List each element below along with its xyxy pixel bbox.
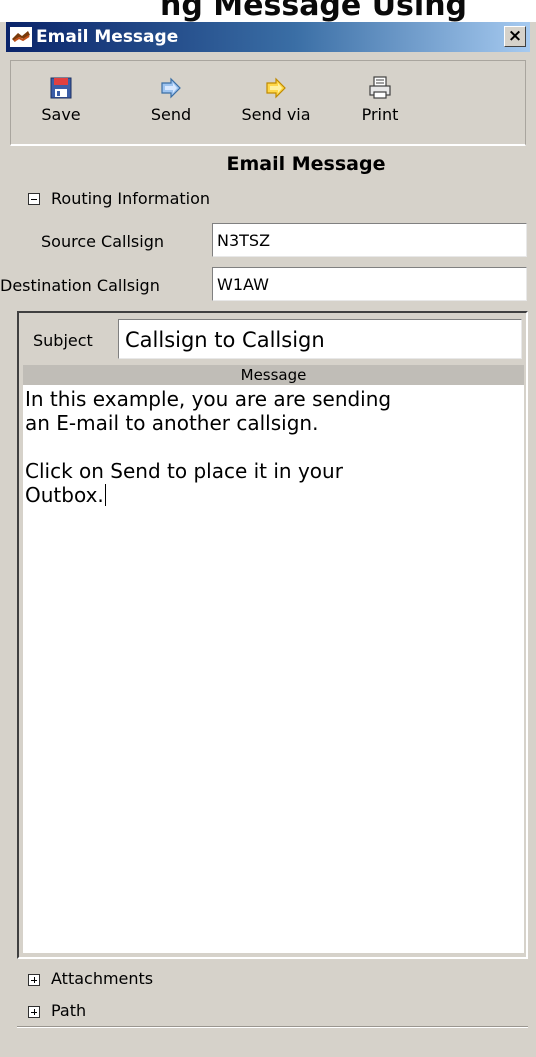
path-section-label: Path — [51, 1001, 87, 1020]
window-title: Email Message — [36, 27, 179, 47]
background-window-strip: ng Message Using — [0, 0, 536, 22]
send-icon — [161, 77, 181, 99]
send-via-icon — [266, 77, 286, 99]
text-cursor — [104, 484, 106, 506]
message-line-text: Outbox. — [25, 483, 104, 507]
path-expand-toggle[interactable] — [28, 1006, 40, 1018]
save-button[interactable]: Save — [37, 71, 85, 141]
destination-callsign-field[interactable]: W1AW — [212, 267, 527, 301]
message-line-last: Outbox. — [25, 483, 522, 507]
title-bar[interactable]: Email Message × — [6, 22, 530, 52]
email-message-window: ng Message Using Email Message × Save Se… — [0, 0, 536, 1057]
send-via-button[interactable]: Send via — [233, 71, 319, 141]
background-window-title-fragment: ng Message Using — [160, 0, 468, 22]
attachments-expand-toggle[interactable] — [28, 974, 40, 986]
print-icon — [369, 76, 391, 99]
close-button[interactable]: × — [504, 26, 526, 47]
message-line: Click on Send to place it in your — [25, 459, 343, 483]
routing-section-label: Routing Information — [51, 189, 211, 208]
print-label: Print — [361, 105, 399, 124]
send-label: Send — [150, 105, 192, 124]
form-title: Email Message — [226, 153, 386, 175]
save-label: Save — [41, 105, 81, 124]
destination-callsign-label: Destination Callsign — [0, 276, 160, 295]
message-header: Message — [23, 365, 524, 385]
divider — [17, 1026, 528, 1028]
print-button[interactable]: Print — [353, 71, 407, 141]
message-body-textarea[interactable]: In this example, you are are sending an … — [23, 385, 524, 953]
toolbar: Save Send Send via Print — [10, 60, 526, 146]
subject-field[interactable]: Callsign to Callsign — [118, 319, 522, 359]
source-callsign-label: Source Callsign — [41, 232, 164, 251]
save-icon — [50, 77, 72, 99]
send-via-label: Send via — [241, 105, 311, 124]
source-callsign-field[interactable]: N3TSZ — [212, 223, 527, 257]
routing-collapse-toggle[interactable] — [28, 193, 40, 205]
message-line: In this example, you are are sending — [25, 387, 392, 411]
message-panel: Subject Callsign to Callsign Message In … — [17, 311, 528, 959]
subject-label: Subject — [33, 331, 93, 350]
message-line: an E-mail to another callsign. — [25, 411, 319, 435]
attachments-section-label: Attachments — [51, 969, 154, 988]
app-icon — [10, 27, 32, 47]
send-button[interactable]: Send — [141, 71, 201, 141]
